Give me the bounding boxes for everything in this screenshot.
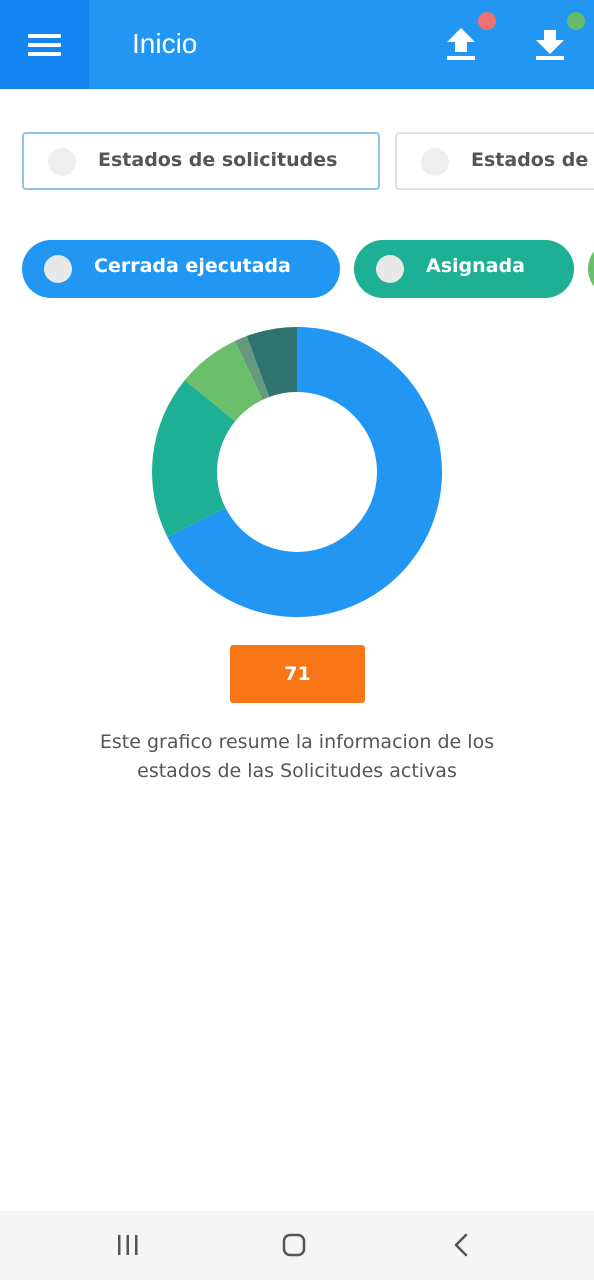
caption-line-1: Este grafico resume la informacion de lo…	[99, 731, 495, 753]
chip-cerrada-ejecutada[interactable]: Cerrada ejecutada	[22, 240, 340, 298]
total-count-badge[interactable]: 71	[230, 645, 365, 703]
chip-label: Asignada	[426, 255, 525, 277]
status-filter-chips: Cerrada ejecutada Asignada	[0, 240, 594, 300]
report-tabs: Estados de solicitudes Estados de l	[0, 130, 594, 192]
tab-estados-l[interactable]: Estados de l	[395, 132, 594, 190]
chart-caption: Este grafico resume la informacion de lo…	[50, 728, 544, 786]
chip-asignada[interactable]: Asignada	[354, 240, 574, 298]
tab-estados-solicitudes[interactable]: Estados de solicitudes	[22, 132, 380, 190]
page-title: Inicio	[132, 28, 198, 59]
upload-button[interactable]	[441, 22, 481, 66]
radio-icon	[376, 255, 404, 283]
upload-notification-dot	[478, 12, 496, 30]
radio-icon	[44, 255, 72, 283]
download-notification-dot	[567, 12, 585, 30]
status-donut-chart	[152, 327, 442, 617]
menu-button[interactable]	[0, 0, 89, 89]
tab-label: Estados de solicitudes	[98, 149, 338, 171]
tab-label: Estados de l	[471, 149, 594, 171]
back-icon[interactable]	[451, 1231, 471, 1259]
download-icon	[536, 30, 564, 60]
radio-icon	[48, 148, 76, 176]
system-navigation-bar	[0, 1211, 594, 1280]
chip-partial[interactable]	[588, 240, 594, 298]
caption-line-2: estados de las Solicitudes activas	[137, 760, 457, 782]
home-icon[interactable]	[281, 1231, 307, 1259]
upload-icon	[447, 28, 475, 60]
radio-icon	[421, 148, 449, 176]
download-button[interactable]	[530, 22, 570, 66]
chip-label: Cerrada ejecutada	[94, 255, 291, 277]
app-bar: Inicio	[0, 0, 594, 89]
recent-apps-icon[interactable]	[116, 1231, 140, 1259]
